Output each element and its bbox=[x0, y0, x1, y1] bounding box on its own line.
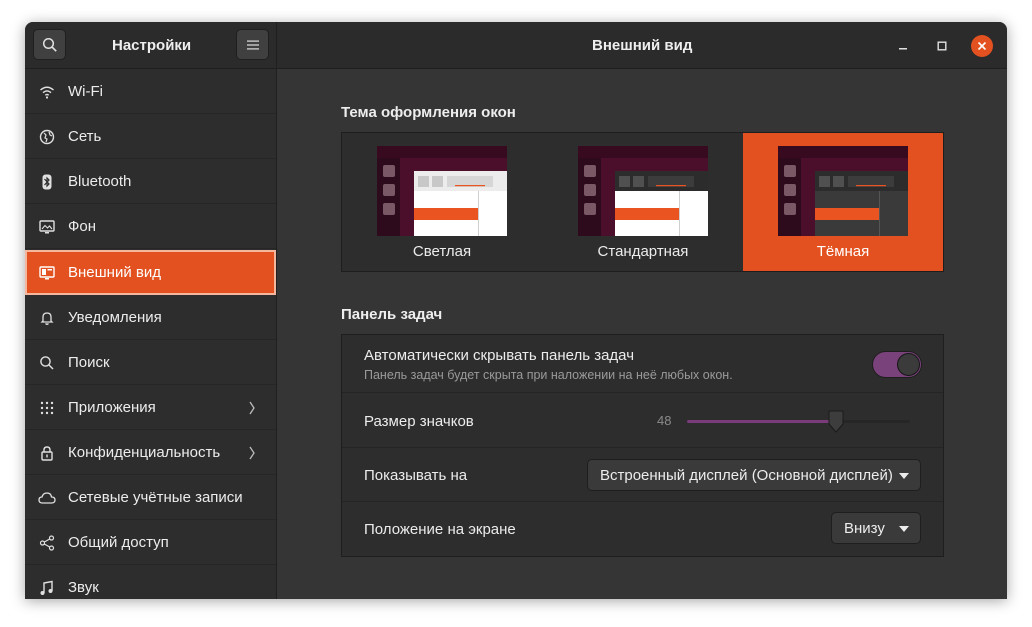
show-on-value: Встроенный дисплей (Основной дисплей) bbox=[600, 467, 893, 484]
sidebar-item-privacy[interactable]: Конфиденциальность bbox=[25, 431, 276, 475]
icon-size-slider[interactable] bbox=[687, 410, 910, 433]
maximize-button[interactable] bbox=[931, 35, 953, 57]
icon-size-row: Размер значков 48 bbox=[342, 393, 943, 448]
show-on-dropdown[interactable]: Встроенный дисплей (Основной дисплей) bbox=[587, 459, 921, 491]
search-button[interactable] bbox=[33, 29, 66, 60]
sidebar-item-sound[interactable]: Звук bbox=[25, 566, 276, 599]
autohide-row[interactable]: Автоматически скрывать панель задач Пане… bbox=[342, 335, 943, 393]
standard-theme-preview bbox=[578, 146, 708, 236]
background-icon bbox=[38, 218, 56, 236]
position-dropdown[interactable]: Внизу bbox=[831, 512, 921, 544]
search-icon bbox=[42, 37, 57, 52]
sidebar-item-label: Конфиденциальность bbox=[68, 444, 221, 461]
sidebar-item-network[interactable]: Сеть bbox=[25, 115, 276, 159]
position-row: Положение на экране Внизу bbox=[342, 502, 943, 556]
sidebar-item-notifications[interactable]: Уведомления bbox=[25, 296, 276, 340]
app-title: Настройки bbox=[112, 37, 192, 54]
autohide-sublabel: Панель задач будет скрыта при наложении … bbox=[364, 368, 733, 382]
sidebar-item-appearance[interactable]: Внешний вид bbox=[25, 250, 276, 295]
sidebar-item-label: Сетевые учётные записи bbox=[68, 489, 243, 506]
dropdown-arrow-icon bbox=[899, 473, 909, 479]
slider-fill bbox=[687, 420, 836, 423]
theme-option-light[interactable]: Светлая bbox=[342, 133, 542, 271]
sidebar-item-online-accounts[interactable]: Сетевые учётные записи bbox=[25, 476, 276, 520]
show-on-label: Показывать на bbox=[364, 467, 468, 484]
share-icon bbox=[38, 534, 56, 552]
cloud-icon bbox=[38, 489, 56, 507]
autohide-label: Автоматически скрывать панель задач bbox=[364, 347, 635, 364]
theme-selector: Светлая Стандартная Тёмная bbox=[341, 132, 944, 272]
sidebar-item-label: Уведомления bbox=[68, 309, 162, 326]
content-header: Внешний вид bbox=[277, 22, 1007, 69]
hamburger-menu-icon bbox=[246, 40, 259, 49]
sidebar-item-search[interactable]: Поиск bbox=[25, 341, 276, 385]
apps-grid-icon bbox=[38, 399, 56, 417]
sidebar-header: Настройки bbox=[25, 22, 277, 69]
sidebar-item-wifi[interactable]: Wi-Fi bbox=[25, 70, 276, 114]
search-icon bbox=[38, 354, 56, 372]
network-globe-icon bbox=[38, 128, 56, 146]
wifi-icon bbox=[38, 83, 56, 101]
sidebar-item-label: Фон bbox=[68, 218, 97, 235]
theme-option-standard[interactable]: Стандартная bbox=[543, 133, 743, 271]
appearance-panel: Тема оформления окон Светлая Стандартная… bbox=[278, 69, 1007, 599]
switch-knob bbox=[897, 353, 920, 376]
sidebar-item-label: Поиск bbox=[68, 354, 110, 371]
theme-label: Тёмная bbox=[816, 243, 870, 260]
sidebar-item-label: Общий доступ bbox=[68, 534, 169, 551]
music-note-icon bbox=[38, 579, 56, 597]
sidebar-item-label: Bluetooth bbox=[68, 173, 132, 190]
appearance-icon bbox=[38, 264, 56, 282]
sidebar-item-sharing[interactable]: Общий доступ bbox=[25, 521, 276, 565]
sidebar-item-bluetooth[interactable]: Bluetooth bbox=[25, 160, 276, 204]
icon-size-value: 48 bbox=[657, 413, 672, 428]
autohide-switch[interactable] bbox=[872, 351, 922, 378]
slider-handle[interactable] bbox=[826, 410, 846, 434]
menu-button[interactable] bbox=[236, 29, 269, 60]
light-theme-preview bbox=[377, 146, 507, 236]
dock-settings-list: Автоматически скрывать панель задач Пане… bbox=[341, 334, 944, 557]
maximize-icon bbox=[937, 41, 947, 51]
bluetooth-icon bbox=[38, 173, 56, 191]
chevron-right-icon bbox=[249, 446, 255, 459]
close-icon bbox=[977, 41, 987, 51]
sidebar-item-label: Сеть bbox=[68, 128, 102, 145]
minimize-icon bbox=[899, 48, 907, 50]
dock-section-title: Панель задач bbox=[341, 306, 443, 323]
close-button[interactable] bbox=[971, 35, 993, 57]
dark-theme-preview bbox=[778, 146, 908, 236]
sidebar: Wi-Fi Сеть Bluetooth Фон Внешний вид Уве… bbox=[25, 69, 277, 599]
sidebar-item-applications[interactable]: Приложения bbox=[25, 386, 276, 430]
lock-icon bbox=[38, 444, 56, 462]
sidebar-item-label: Звук bbox=[68, 579, 99, 596]
icon-size-label: Размер значков bbox=[364, 413, 474, 430]
position-label: Положение на экране bbox=[364, 521, 516, 538]
theme-label: Стандартная bbox=[597, 243, 689, 260]
theme-label: Светлая bbox=[412, 243, 472, 260]
show-on-row: Показывать на Встроенный дисплей (Основн… bbox=[342, 448, 943, 502]
theme-option-dark[interactable]: Тёмная bbox=[743, 133, 943, 271]
bell-icon bbox=[38, 309, 56, 327]
sidebar-item-background[interactable]: Фон bbox=[25, 205, 276, 249]
minimize-button[interactable] bbox=[892, 35, 914, 57]
chevron-right-icon bbox=[249, 401, 255, 414]
page-title: Внешний вид bbox=[592, 37, 693, 54]
sidebar-item-label: Wi-Fi bbox=[68, 83, 103, 100]
sidebar-item-label: Внешний вид bbox=[68, 264, 161, 281]
position-value: Внизу bbox=[844, 520, 885, 537]
dropdown-arrow-icon bbox=[899, 526, 909, 532]
settings-window: Настройки Внешний вид Wi-Fi Сеть Bluetoo… bbox=[25, 22, 1007, 599]
theme-section-title: Тема оформления окон bbox=[341, 104, 516, 121]
sidebar-item-label: Приложения bbox=[68, 399, 156, 416]
